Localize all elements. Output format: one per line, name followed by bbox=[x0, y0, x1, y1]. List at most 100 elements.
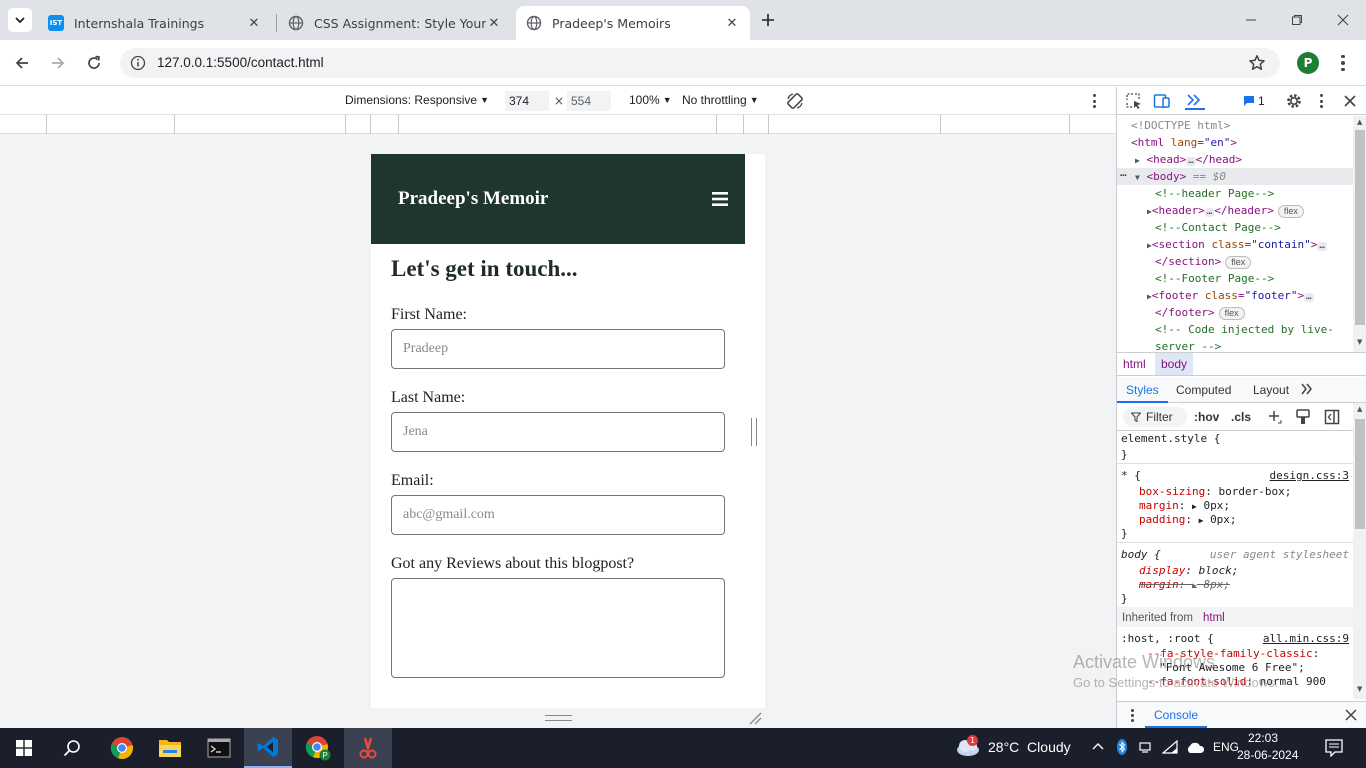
show-hidden-icons[interactable] bbox=[1092, 741, 1104, 753]
back-button[interactable] bbox=[10, 51, 34, 75]
styles-scrollbar[interactable]: ▲ ▼ bbox=[1353, 403, 1366, 699]
start-button[interactable] bbox=[0, 728, 48, 768]
site-brand[interactable]: Pradeep's Memoir bbox=[398, 188, 548, 210]
bookmark-star-icon[interactable] bbox=[1248, 54, 1266, 72]
html-node[interactable]: <html lang="en"> bbox=[1131, 134, 1237, 151]
design-css-link[interactable]: design.css:3 bbox=[1270, 469, 1349, 483]
browser-menu-icon[interactable] bbox=[1335, 52, 1351, 74]
declaration-overridden[interactable]: margin: ▶ 8px; bbox=[1139, 578, 1230, 593]
device-toggle-icon[interactable] bbox=[1153, 92, 1171, 110]
close-icon[interactable]: ✕ bbox=[724, 16, 740, 31]
inspect-element-icon[interactable] bbox=[1125, 92, 1143, 110]
comment-node[interactable]: server --> bbox=[1155, 338, 1221, 352]
elements-scrollbar[interactable]: ▲ ▼ bbox=[1353, 116, 1366, 352]
hamburger-menu-icon[interactable] bbox=[712, 192, 728, 206]
profile-avatar[interactable]: P bbox=[1297, 52, 1319, 74]
toggle-sidebar-icon[interactable] bbox=[1324, 409, 1340, 425]
declaration[interactable]: --fa-font-solid: normal 900 bbox=[1147, 675, 1326, 689]
resize-handle-bottom[interactable] bbox=[545, 715, 572, 721]
tab-css-assignment[interactable]: CSS Assignment: Style Your Pers ✕ bbox=[278, 6, 512, 40]
doctype-node[interactable]: <!DOCTYPE html> bbox=[1131, 117, 1230, 134]
console-tab[interactable]: Console bbox=[1145, 702, 1208, 728]
comment-node[interactable]: <!--Contact Page--> bbox=[1155, 219, 1281, 236]
footer-close-node[interactable]: </footer> flex bbox=[1155, 304, 1245, 321]
vscode-taskbar-icon[interactable] bbox=[244, 728, 292, 768]
reload-button[interactable] bbox=[82, 51, 106, 75]
last-name-input[interactable] bbox=[391, 412, 725, 452]
tab-layout[interactable]: Layout bbox=[1253, 383, 1289, 397]
devtools-menu-icon[interactable] bbox=[1315, 92, 1327, 110]
email-input[interactable] bbox=[391, 495, 725, 535]
chrome-profile-taskbar-icon[interactable]: P bbox=[294, 728, 342, 768]
breadcrumb-body[interactable]: body bbox=[1155, 353, 1194, 375]
review-textarea[interactable] bbox=[391, 578, 725, 678]
body-rule[interactable]: body { bbox=[1121, 548, 1161, 562]
declaration[interactable]: --fa-style-family-classic: bbox=[1147, 647, 1319, 661]
hov-toggle[interactable]: :hov bbox=[1194, 410, 1219, 424]
notifications-icon[interactable] bbox=[1325, 739, 1343, 757]
star-rule[interactable]: * { bbox=[1121, 469, 1141, 483]
fa-css-link[interactable]: all.min.css:9 bbox=[1263, 632, 1349, 646]
paint-brush-icon[interactable] bbox=[1296, 409, 1310, 425]
close-icon[interactable]: ✕ bbox=[486, 16, 502, 31]
issues-badge[interactable]: 1 bbox=[1243, 94, 1265, 108]
body-node-selected[interactable]: … ▼ <body> == $0 bbox=[1117, 166, 1353, 185]
search-button[interactable] bbox=[48, 728, 96, 768]
terminal-icon[interactable] bbox=[195, 728, 243, 768]
site-info-icon[interactable] bbox=[130, 55, 146, 71]
close-drawer-icon[interactable] bbox=[1345, 709, 1357, 721]
minimize-button[interactable] bbox=[1236, 12, 1266, 28]
breadcrumb-html[interactable]: html bbox=[1123, 357, 1146, 371]
rotate-button[interactable] bbox=[785, 91, 805, 111]
comment-node[interactable]: <!--header Page--> bbox=[1155, 185, 1274, 202]
dimensions-select[interactable]: Dimensions: Responsive ▼ bbox=[345, 93, 489, 107]
settings-gear-icon[interactable] bbox=[1285, 92, 1303, 110]
comment-node[interactable]: <!--Footer Page--> bbox=[1155, 270, 1274, 287]
footer-node[interactable]: ▶<footer class="footer">… bbox=[1147, 287, 1314, 305]
element-style-rule[interactable]: element.style { bbox=[1121, 432, 1220, 446]
resize-handle-corner[interactable] bbox=[748, 711, 762, 725]
first-name-input[interactable] bbox=[391, 329, 725, 369]
chrome-taskbar-icon[interactable] bbox=[98, 728, 146, 768]
wifi-icon[interactable] bbox=[1162, 740, 1178, 754]
media-query-ruler[interactable] bbox=[0, 115, 1116, 134]
close-devtools-icon[interactable] bbox=[1343, 94, 1357, 108]
device-width-input[interactable] bbox=[505, 91, 549, 111]
address-bar[interactable]: 127.0.0.1:5500/contact.html bbox=[120, 48, 1280, 78]
inherited-html-link[interactable]: html bbox=[1203, 611, 1225, 625]
tab-internshala[interactable]: IST Internshala Trainings ✕ bbox=[38, 6, 272, 40]
tab-pradeeps-memoirs[interactable]: Pradeep's Memoirs ✕ bbox=[516, 6, 750, 40]
bluetooth-icon[interactable] bbox=[1117, 739, 1127, 755]
header-node[interactable]: ▶<header>… </header> flex bbox=[1147, 202, 1304, 220]
declaration[interactable]: display: block; bbox=[1139, 564, 1238, 578]
restore-button[interactable] bbox=[1282, 12, 1312, 28]
forward-button[interactable] bbox=[46, 51, 70, 75]
comment-node[interactable]: <!-- Code injected by live- bbox=[1155, 321, 1334, 338]
root-rule[interactable]: :host, :root { bbox=[1121, 632, 1214, 646]
section-close-node[interactable]: </section> flex bbox=[1155, 253, 1252, 270]
declaration[interactable]: padding: ▶ 0px; bbox=[1139, 513, 1237, 528]
new-rule-plus-icon[interactable] bbox=[1268, 410, 1282, 424]
cls-toggle[interactable]: .cls bbox=[1231, 410, 1251, 424]
onedrive-cloud-icon[interactable] bbox=[1185, 741, 1205, 754]
filter-input[interactable]: Filter bbox=[1123, 407, 1187, 427]
drawer-menu-icon[interactable] bbox=[1129, 708, 1135, 722]
section-node[interactable]: ▶<section class="contain">… bbox=[1147, 236, 1327, 254]
clock-time[interactable]: 22:03 bbox=[1248, 731, 1278, 745]
language-indicator[interactable]: ENG bbox=[1213, 740, 1239, 754]
head-node[interactable]: ▶ <head>… </head> bbox=[1135, 151, 1242, 169]
declaration[interactable]: margin: ▶ 0px; bbox=[1139, 499, 1230, 514]
snipping-tool-icon[interactable] bbox=[344, 728, 392, 768]
more-tabs-icon[interactable] bbox=[1185, 92, 1205, 110]
tab-styles[interactable]: Styles bbox=[1117, 377, 1168, 403]
tab-search-button[interactable] bbox=[8, 8, 32, 32]
clock-date[interactable]: 28-06-2024 bbox=[1237, 748, 1298, 762]
declaration[interactable]: box-sizing: border-box; bbox=[1139, 485, 1291, 499]
close-window-button[interactable] bbox=[1328, 12, 1358, 28]
url-text[interactable]: 127.0.0.1:5500/contact.html bbox=[157, 55, 324, 70]
tab-computed[interactable]: Computed bbox=[1176, 383, 1231, 397]
zoom-select[interactable]: 100% ▼ bbox=[629, 93, 672, 107]
file-explorer-icon[interactable] bbox=[146, 728, 194, 768]
throttling-select[interactable]: No throttling ▼ bbox=[682, 93, 759, 107]
new-tab-button[interactable] bbox=[756, 8, 780, 32]
